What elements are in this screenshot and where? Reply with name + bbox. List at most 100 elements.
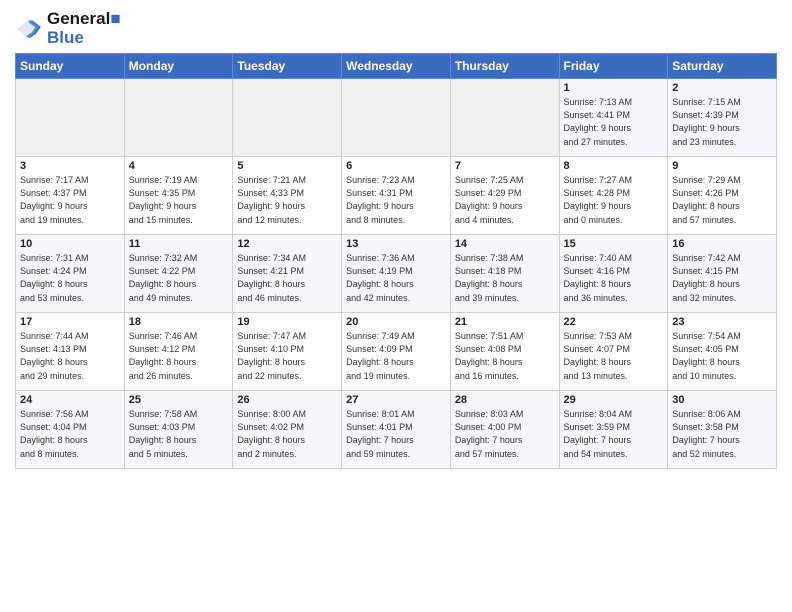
day-number: 4 [129,160,229,172]
day-number: 23 [672,316,772,328]
day-info: Sunrise: 7:17 AM Sunset: 4:37 PM Dayligh… [20,174,120,226]
week-row-2: 3 Sunrise: 7:17 AM Sunset: 4:37 PM Daylig… [16,157,777,235]
day-cell: 30 Sunrise: 8:06 AM Sunset: 3:58 PM Dayli… [668,391,777,469]
day-cell [233,79,342,157]
day-info: Sunrise: 7:25 AM Sunset: 4:29 PM Dayligh… [455,174,555,226]
day-info: Sunrise: 7:34 AM Sunset: 4:21 PM Dayligh… [237,252,337,304]
day-cell: 20Sunrise: 7:49 AM Sunset: 4:09 PM Dayli… [342,313,451,391]
day-info: Sunrise: 8:06 AM Sunset: 3:58 PM Dayligh… [672,408,772,460]
day-cell: 11 Sunrise: 7:32 AM Sunset: 4:22 PM Dayli… [124,235,233,313]
header-day-sunday: Sunday [16,54,125,79]
day-cell: 9Sunrise: 7:29 AM Sunset: 4:26 PM Daylig… [668,157,777,235]
day-number: 3 [20,160,120,172]
day-cell: 21 Sunrise: 7:51 AM Sunset: 4:08 PM Dayli… [450,313,559,391]
day-number: 21 [455,316,555,328]
header-row: SundayMondayTuesdayWednesdayThursdayFrid… [16,54,777,79]
day-number: 22 [564,316,664,328]
day-cell: 1 Sunrise: 7:13 AM Sunset: 4:41 PM Daylig… [559,79,668,157]
day-info: Sunrise: 7:51 AM Sunset: 4:08 PM Dayligh… [455,330,555,382]
logo-icon [15,15,43,43]
day-cell: 26 Sunrise: 8:00 AM Sunset: 4:02 PM Dayli… [233,391,342,469]
day-cell: 29 Sunrise: 8:04 AM Sunset: 3:59 PM Dayli… [559,391,668,469]
day-cell: 22 Sunrise: 7:53 AM Sunset: 4:07 PM Dayli… [559,313,668,391]
header-day-monday: Monday [124,54,233,79]
page-container: General■ Blue SundayMondayTuesdayWednesd… [0,0,792,477]
day-cell [450,79,559,157]
header: General■ Blue [15,10,777,47]
day-info: Sunrise: 7:44 AM Sunset: 4:13 PM Dayligh… [20,330,120,382]
day-cell: 17 Sunrise: 7:44 AM Sunset: 4:13 PM Dayli… [16,313,125,391]
day-info: Sunrise: 7:32 AM Sunset: 4:22 PM Dayligh… [129,252,229,304]
day-info: Sunrise: 7:47 AM Sunset: 4:10 PM Dayligh… [237,330,337,382]
day-cell: 19 Sunrise: 7:47 AM Sunset: 4:10 PM Dayli… [233,313,342,391]
day-number: 7 [455,160,555,172]
day-cell: 10Sunrise: 7:31 AM Sunset: 4:24 PM Dayli… [16,235,125,313]
day-number: 27 [346,394,446,406]
day-number: 19 [237,316,337,328]
day-info: Sunrise: 7:40 AM Sunset: 4:16 PM Dayligh… [564,252,664,304]
day-number: 11 [129,238,229,250]
day-number: 18 [129,316,229,328]
day-number: 16 [672,238,772,250]
header-day-friday: Friday [559,54,668,79]
day-cell: 7 Sunrise: 7:25 AM Sunset: 4:29 PM Daylig… [450,157,559,235]
day-cell: 27 Sunrise: 8:01 AM Sunset: 4:01 PM Dayli… [342,391,451,469]
day-number: 24 [20,394,120,406]
day-cell: 15 Sunrise: 7:40 AM Sunset: 4:16 PM Dayli… [559,235,668,313]
day-info: Sunrise: 7:19 AM Sunset: 4:35 PM Dayligh… [129,174,229,226]
day-info: Sunrise: 7:36 AM Sunset: 4:19 PM Dayligh… [346,252,446,304]
day-info: Sunrise: 7:53 AM Sunset: 4:07 PM Dayligh… [564,330,664,382]
day-cell: 28 Sunrise: 8:03 AM Sunset: 4:00 PM Dayli… [450,391,559,469]
day-cell: 8Sunrise: 7:27 AM Sunset: 4:28 PM Daylig… [559,157,668,235]
day-cell: 5 Sunrise: 7:21 AM Sunset: 4:33 PM Daylig… [233,157,342,235]
day-info: Sunrise: 7:23 AM Sunset: 4:31 PM Dayligh… [346,174,446,226]
day-cell: 24 Sunrise: 7:56 AM Sunset: 4:04 PM Dayli… [16,391,125,469]
day-cell [124,79,233,157]
day-number: 26 [237,394,337,406]
day-number: 6 [346,160,446,172]
day-cell: 18 Sunrise: 7:46 AM Sunset: 4:12 PM Dayli… [124,313,233,391]
day-cell: 13Sunrise: 7:36 AM Sunset: 4:19 PM Dayli… [342,235,451,313]
day-info: Sunrise: 7:15 AM Sunset: 4:39 PM Dayligh… [672,96,772,148]
day-info: Sunrise: 7:46 AM Sunset: 4:12 PM Dayligh… [129,330,229,382]
day-number: 20 [346,316,446,328]
logo-text: General■ Blue [47,10,121,47]
day-info: Sunrise: 7:38 AM Sunset: 4:18 PM Dayligh… [455,252,555,304]
day-info: Sunrise: 7:42 AM Sunset: 4:15 PM Dayligh… [672,252,772,304]
header-day-wednesday: Wednesday [342,54,451,79]
day-info: Sunrise: 8:01 AM Sunset: 4:01 PM Dayligh… [346,408,446,460]
day-number: 15 [564,238,664,250]
day-number: 14 [455,238,555,250]
day-number: 17 [20,316,120,328]
week-row-1: 1 Sunrise: 7:13 AM Sunset: 4:41 PM Daylig… [16,79,777,157]
day-cell: 25Sunrise: 7:58 AM Sunset: 4:03 PM Dayli… [124,391,233,469]
day-info: Sunrise: 7:21 AM Sunset: 4:33 PM Dayligh… [237,174,337,226]
day-number: 2 [672,82,772,94]
header-day-thursday: Thursday [450,54,559,79]
day-number: 29 [564,394,664,406]
week-row-4: 17 Sunrise: 7:44 AM Sunset: 4:13 PM Dayli… [16,313,777,391]
day-info: Sunrise: 7:56 AM Sunset: 4:04 PM Dayligh… [20,408,120,460]
day-info: Sunrise: 7:27 AM Sunset: 4:28 PM Dayligh… [564,174,664,226]
day-info: Sunrise: 8:03 AM Sunset: 4:00 PM Dayligh… [455,408,555,460]
day-info: Sunrise: 7:31 AM Sunset: 4:24 PM Dayligh… [20,252,120,304]
day-number: 25 [129,394,229,406]
day-number: 12 [237,238,337,250]
day-cell: 6 Sunrise: 7:23 AM Sunset: 4:31 PM Daylig… [342,157,451,235]
day-number: 28 [455,394,555,406]
day-number: 1 [564,82,664,94]
day-number: 5 [237,160,337,172]
day-cell: 3 Sunrise: 7:17 AM Sunset: 4:37 PM Daylig… [16,157,125,235]
day-info: Sunrise: 7:54 AM Sunset: 4:05 PM Dayligh… [672,330,772,382]
day-cell: 12 Sunrise: 7:34 AM Sunset: 4:21 PM Dayli… [233,235,342,313]
day-cell: 14 Sunrise: 7:38 AM Sunset: 4:18 PM Dayli… [450,235,559,313]
day-number: 30 [672,394,772,406]
header-day-tuesday: Tuesday [233,54,342,79]
day-info: Sunrise: 7:29 AM Sunset: 4:26 PM Dayligh… [672,174,772,226]
day-info: Sunrise: 8:00 AM Sunset: 4:02 PM Dayligh… [237,408,337,460]
day-cell: 2 Sunrise: 7:15 AM Sunset: 4:39 PM Daylig… [668,79,777,157]
day-info: Sunrise: 8:04 AM Sunset: 3:59 PM Dayligh… [564,408,664,460]
logo: General■ Blue [15,10,121,47]
day-cell: 23 Sunrise: 7:54 AM Sunset: 4:05 PM Dayli… [668,313,777,391]
day-info: Sunrise: 7:13 AM Sunset: 4:41 PM Dayligh… [564,96,664,148]
